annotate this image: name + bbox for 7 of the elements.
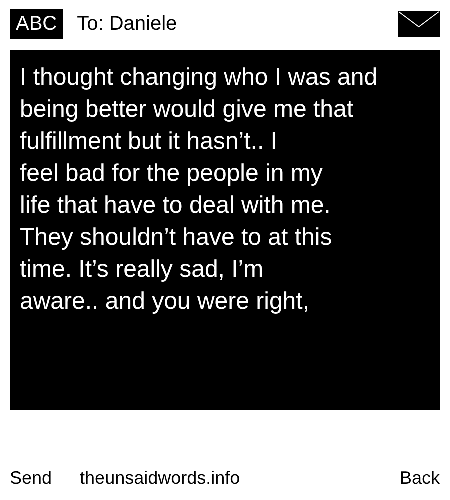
website-label: theunsaidwords.info [80, 468, 242, 489]
input-mode-badge: ABC [10, 9, 64, 39]
recipient-label: To: Daniele [77, 12, 178, 36]
send-softkey[interactable]: Send [10, 468, 52, 489]
message-text[interactable]: I thought changing who I was and being better would give me that fulfillment but it hasn’t.. I feel bad for the people in my life that have to deal with me. They shouldn’t have to at this time. It’s really sad, I’m aware.. and you were right, [10, 50, 440, 410]
envelope-icon [398, 11, 440, 37]
back-softkey[interactable]: Back [400, 468, 440, 489]
